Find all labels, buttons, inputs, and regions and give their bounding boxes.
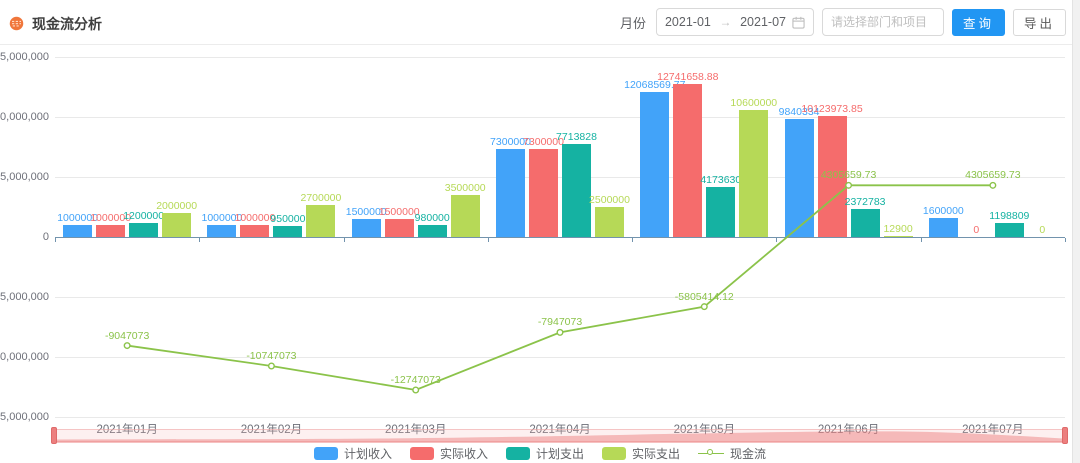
- line-value-label: 4305659.73: [965, 169, 1020, 181]
- line-point[interactable]: [413, 387, 419, 393]
- month-label: 月份: [620, 13, 646, 32]
- toolbar: 月份 2021-01 → 2021-07 查询 导出: [620, 8, 1066, 36]
- line-value-label: -9047073: [105, 330, 149, 342]
- calendar-icon: [792, 16, 805, 29]
- line-point[interactable]: [846, 183, 852, 189]
- datazoom-left-handle[interactable]: [51, 427, 57, 444]
- cashflow-chart: 15,000,00010,000,0005,000,0000-5,000,000…: [0, 45, 1080, 463]
- line-point[interactable]: [990, 183, 996, 189]
- chart-legend: 计划收入 实际收入 计划支出 实际支出 现金流: [0, 445, 1080, 461]
- department-project-input[interactable]: [822, 8, 944, 36]
- legend-label: 现金流: [730, 445, 766, 462]
- legend-swatch: [314, 447, 338, 460]
- line-value-label: -7947073: [538, 316, 582, 328]
- export-button[interactable]: 导出: [1013, 9, 1066, 36]
- line-point[interactable]: [124, 343, 130, 349]
- date-start-value[interactable]: 2021-01: [665, 15, 711, 29]
- line-value-label: -12747073: [391, 374, 441, 386]
- legend-item-现金流[interactable]: 现金流: [698, 445, 766, 462]
- line-value-label: 4305659.73: [821, 169, 876, 181]
- legend-label: 实际收入: [440, 445, 488, 462]
- app-icon: [9, 16, 24, 31]
- legend-label: 计划支出: [536, 445, 584, 462]
- legend-swatch: [410, 447, 434, 460]
- line-value-label: -10747073: [246, 350, 296, 362]
- legend-swatch: [602, 447, 626, 460]
- date-range-arrow: →: [717, 15, 734, 29]
- legend-item-实际支出[interactable]: 实际支出: [602, 445, 680, 462]
- legend-line-icon: [698, 447, 724, 460]
- datazoom-slider[interactable]: [55, 429, 1065, 442]
- page-scrollbar[interactable]: [1072, 0, 1080, 463]
- datazoom-right-handle[interactable]: [1062, 427, 1068, 444]
- cashflow-page: 现金流分析 月份 2021-01 → 2021-07 查询 导出 15,000,…: [0, 0, 1080, 463]
- line-series-现金流: [0, 45, 1080, 463]
- page-title: 现金流分析: [32, 14, 102, 34]
- legend-swatch: [506, 447, 530, 460]
- legend-item-实际收入[interactable]: 实际收入: [410, 445, 488, 462]
- line-value-label: -5805414.12: [675, 291, 734, 303]
- page-header: 现金流分析 月份 2021-01 → 2021-07 查询 导出: [0, 0, 1080, 45]
- line-point[interactable]: [557, 330, 563, 336]
- query-button[interactable]: 查询: [952, 9, 1005, 36]
- date-range-picker[interactable]: 2021-01 → 2021-07: [656, 8, 814, 36]
- line-point[interactable]: [701, 304, 707, 310]
- line-point[interactable]: [269, 363, 275, 369]
- legend-item-计划支出[interactable]: 计划支出: [506, 445, 584, 462]
- legend-item-计划收入[interactable]: 计划收入: [314, 445, 392, 462]
- legend-label: 实际支出: [632, 445, 680, 462]
- datazoom-preview-area: [55, 430, 1065, 443]
- legend-label: 计划收入: [344, 445, 392, 462]
- date-end-value[interactable]: 2021-07: [740, 15, 786, 29]
